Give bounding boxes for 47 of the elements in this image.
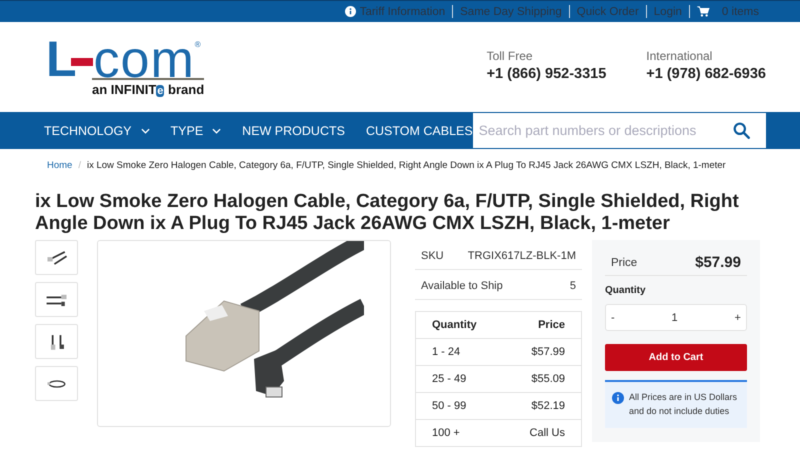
price-value: $57.99 xyxy=(695,254,741,271)
search-field[interactable]: Search part numbers or descriptions xyxy=(472,113,725,148)
thumbnail-button[interactable] xyxy=(35,366,78,401)
notice-text: All Prices are in US Dollars and do not include duties xyxy=(629,391,738,418)
nav-menu-item[interactable]: NEW PRODUCTS xyxy=(242,124,345,138)
phone-label: International xyxy=(646,48,714,62)
table-cell: $57.99 xyxy=(504,338,582,366)
info-icon xyxy=(344,6,356,17)
chevron-down-icon xyxy=(140,128,150,134)
thumbnail-button[interactable] xyxy=(35,282,78,317)
table-cell: $52.19 xyxy=(504,392,582,420)
spec-label: SKU xyxy=(421,250,444,262)
product-title: ix Low Smoke Zero Halogen Cable, Category 6a, F/UTP, Single Shielded, Right Angle Down ix A Plug To RJ45 Jack 26AWG CMX LSZH, Black, 1-meter xyxy=(35,191,740,235)
company-logo[interactable]: L com® an INFINITe brand xyxy=(46,40,204,96)
price-label: Price xyxy=(611,256,638,268)
search-button[interactable] xyxy=(725,113,766,148)
thumbnail-button[interactable] xyxy=(35,324,78,359)
add-to-cart-button[interactable]: Add to Cart xyxy=(605,344,747,371)
nav-menu-item[interactable]: TECHNOLOGY xyxy=(44,124,150,138)
search-icon xyxy=(733,122,750,139)
phone-number[interactable]: +1 (866) 952-3315 xyxy=(486,66,606,82)
column-header: Quantity xyxy=(416,312,504,338)
nav-menu-item[interactable]: TYPE xyxy=(170,124,222,138)
nav-menu-item[interactable]: CUSTOM CABLES xyxy=(366,124,473,138)
table-cell: 100 + xyxy=(416,420,504,446)
table-cell: 1 - 24 xyxy=(416,338,504,366)
breadcrumb-link[interactable]: Home xyxy=(47,160,72,170)
breadcrumb-separator: / xyxy=(78,160,81,170)
table-cell: Call Us xyxy=(504,420,582,446)
table-cell: 25 - 49 xyxy=(416,366,504,392)
phone-number[interactable]: +1 (978) 682-6936 xyxy=(646,66,766,82)
table-cell: 50 - 99 xyxy=(416,392,504,420)
table-cell: $55.09 xyxy=(504,366,582,392)
breadcrumb-current: ix Low Smoke Zero Halogen Cable, Category 6a, F/UTP, Single Shielded, Right Angle Down ix A Plug To RJ45 Jack 26AWG CMX LSZH, Black, 1-meter xyxy=(86,160,726,170)
quantity-label: Quantity xyxy=(605,285,647,296)
info-icon xyxy=(612,392,624,404)
column-header: Price xyxy=(504,312,582,338)
spec-value: TRGIX617LZ-BLK-1M xyxy=(468,250,576,262)
shopping-cart-icon xyxy=(696,6,710,17)
thumbnail-button[interactable] xyxy=(35,240,78,275)
phone-label: Toll Free xyxy=(486,48,534,62)
quantity-field[interactable]: 1 xyxy=(672,312,678,324)
decrement-button[interactable]: - xyxy=(606,312,620,324)
increment-button[interactable]: + xyxy=(730,312,746,324)
spec-label: Available to Ship xyxy=(421,280,503,292)
chevron-down-icon xyxy=(212,128,222,134)
spec-value: 5 xyxy=(570,280,576,292)
